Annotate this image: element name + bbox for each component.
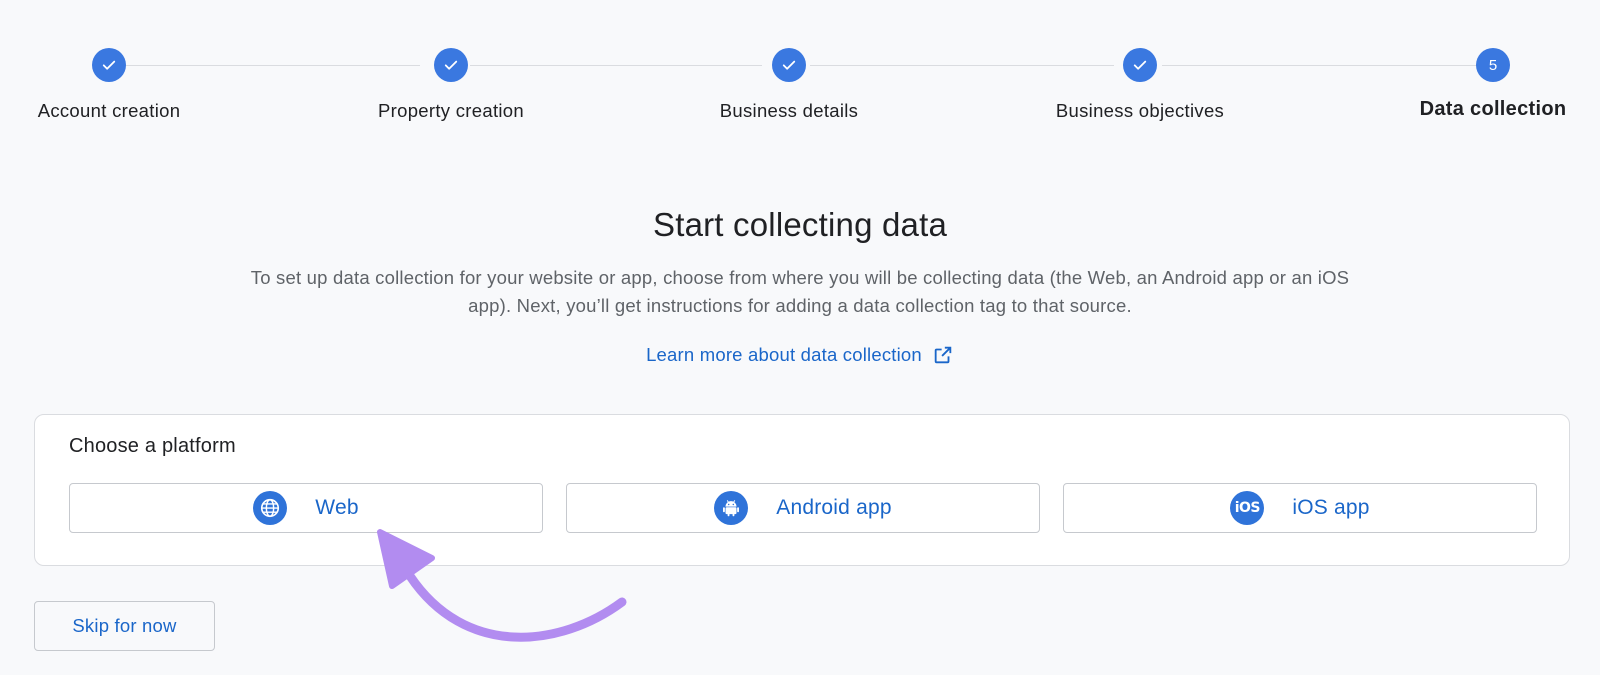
check-icon [434, 48, 468, 82]
step-number-badge: 5 [1476, 48, 1510, 82]
check-icon [772, 48, 806, 82]
android-platform-label: Android app [776, 496, 892, 519]
step-business-details[interactable]: Business details [669, 48, 909, 122]
step-label: Data collection [1419, 98, 1567, 120]
skip-for-now-button[interactable]: Skip for now [34, 601, 215, 651]
learn-more-link-text[interactable]: Learn more about data collection [646, 344, 922, 366]
step-data-collection: 5 Data collection [1373, 48, 1600, 121]
step-label: Business objectives [1055, 100, 1225, 121]
step-property-creation[interactable]: Property creation [331, 48, 571, 122]
learn-more-link[interactable]: Learn more about data collection [0, 344, 1600, 366]
step-business-objectives[interactable]: Business objectives [1020, 48, 1260, 122]
step-label: Business details [719, 100, 859, 121]
ios-icon-text: iOS [1234, 500, 1261, 516]
page-title: Start collecting data [652, 206, 948, 243]
check-icon [92, 48, 126, 82]
ios-platform-label: iOS app [1292, 496, 1370, 519]
platform-heading: Choose a platform [69, 435, 236, 457]
step-label: Property creation [378, 100, 524, 121]
step-label: Account creation [37, 100, 181, 121]
skip-button-label: Skip for now [72, 615, 177, 636]
page-description: To set up data collection for your websi… [250, 267, 1350, 316]
platform-card: Choose a platform Web Android app iOS iO… [34, 414, 1570, 566]
check-icon [1123, 48, 1157, 82]
globe-icon [253, 491, 288, 525]
ios-platform-button[interactable]: iOS iOS app [1063, 483, 1537, 533]
external-link-icon[interactable] [932, 344, 954, 366]
web-platform-label: Web [315, 496, 359, 519]
android-platform-button[interactable]: Android app [566, 483, 1040, 533]
ios-icon: iOS [1230, 491, 1265, 525]
progress-stepper: Account creation Property creation Busin… [0, 0, 1600, 140]
android-icon [714, 491, 749, 525]
web-platform-button[interactable]: Web [69, 483, 543, 533]
step-account-creation[interactable]: Account creation [0, 48, 229, 122]
